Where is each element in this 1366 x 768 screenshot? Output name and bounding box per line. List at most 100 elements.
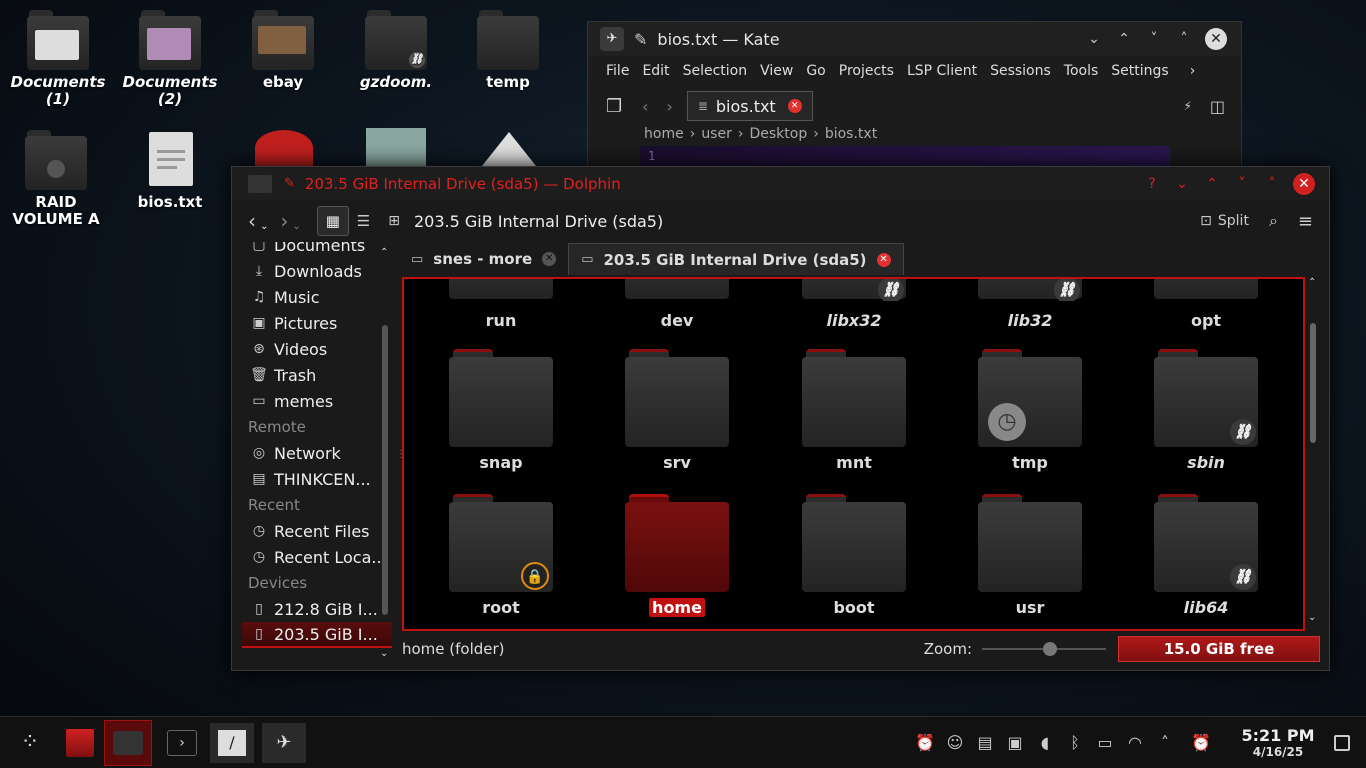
file-view[interactable]: run dev ⛓ libx32 ⛓ lib32 opt snap srv mn…: [402, 277, 1305, 631]
back-icon[interactable]: ‹: [642, 97, 648, 116]
location-label[interactable]: 203.5 GiB Internal Drive (sda5): [414, 212, 663, 231]
split-button[interactable]: ⊡ Split: [1200, 213, 1249, 229]
folder-sbin[interactable]: ⛓ sbin: [1131, 349, 1281, 472]
folder-root[interactable]: 🔒 root: [426, 494, 576, 617]
folder-snap[interactable]: snap: [426, 349, 576, 472]
scroll-up-icon[interactable]: ⌃: [1308, 277, 1316, 288]
hamburger-menu-icon[interactable]: ≡: [1298, 211, 1313, 232]
sidebar-item-thinkcentre[interactable]: ▤ THINKCEN...: [242, 466, 392, 492]
desktop-icon-image[interactable]: [366, 128, 426, 166]
tray-expand-icon[interactable]: ˄: [1150, 733, 1180, 752]
clock[interactable]: 5:21 PM 4/16/25: [1238, 726, 1318, 759]
close-tab-icon[interactable]: ✕: [787, 99, 802, 113]
sidebar-item-drive-212[interactable]: ▯ 212.8 GiB I...: [242, 596, 392, 622]
menu-tools[interactable]: Tools: [1064, 63, 1099, 79]
pin-icon[interactable]: ✎: [284, 176, 295, 191]
zoom-slider[interactable]: [982, 642, 1106, 656]
taskbar-dolphin[interactable]: [104, 719, 152, 766]
scroll-thumb[interactable]: [1310, 323, 1316, 443]
sidebar-item-recent-files[interactable]: ◷ Recent Files: [242, 518, 392, 544]
dolphin-close-button[interactable]: ✕: [1293, 172, 1315, 195]
maximize-button[interactable]: ˄: [1175, 30, 1193, 48]
desktop-icon-temp[interactable]: temp: [458, 10, 558, 91]
scroll-up-icon[interactable]: ⌃: [380, 247, 388, 258]
taskbar-kate[interactable]: ✈: [262, 722, 306, 763]
pin-icon[interactable]: ✎: [634, 30, 647, 49]
menu-file[interactable]: File: [606, 63, 629, 79]
scroll-down-icon[interactable]: ⌄: [1308, 612, 1316, 623]
sidebar-item-music[interactable]: ♫ Music: [242, 284, 392, 310]
forward-icon[interactable]: ›: [666, 97, 672, 116]
menu-settings[interactable]: Settings: [1111, 63, 1168, 79]
split-view-icon[interactable]: ◫: [1210, 97, 1225, 116]
sidebar-item-network[interactable]: ◎ Network: [242, 440, 392, 466]
wifi-icon[interactable]: ◠: [1120, 733, 1150, 752]
show-desktop-icon[interactable]: [1334, 734, 1350, 751]
desktop-icon-raid-volume[interactable]: RAID VOLUME A: [6, 130, 106, 228]
folder-opt[interactable]: opt: [1131, 279, 1281, 330]
kate-window[interactable]: ✈ ✎ bios.txt — Kate ⌄ ⌃ ˅ ˄ ✕ File Edit …: [587, 21, 1242, 181]
minimize-button[interactable]: ˅: [1233, 175, 1251, 193]
volume-icon[interactable]: ◖: [1030, 733, 1060, 752]
menu-selection[interactable]: Selection: [683, 63, 748, 79]
folder-mnt[interactable]: mnt: [779, 349, 929, 472]
taskbar-desktop-pager[interactable]: [60, 723, 100, 763]
sidebar-item-recent-locations[interactable]: ◷ Recent Loca...: [242, 544, 392, 570]
device-notifier-icon[interactable]: ▣: [1000, 733, 1030, 752]
taskbar-kate-editor[interactable]: ∕: [210, 722, 254, 763]
view-scrollbar[interactable]: ⌃ ⌄: [1308, 277, 1318, 631]
breadcrumb-desktop[interactable]: Desktop: [749, 126, 807, 142]
split-location-icon[interactable]: ⊞: [388, 213, 400, 229]
notifications-icon[interactable]: ⏰: [1186, 733, 1216, 752]
user-icon[interactable]: ☺: [940, 733, 970, 752]
sidebar-item-pictures[interactable]: ▣ Pictures: [242, 310, 392, 336]
zoom-handle[interactable]: [1043, 642, 1057, 656]
desktop-icon-ebay[interactable]: ebay: [233, 10, 333, 91]
sidebar-item-videos[interactable]: ⊛ Videos: [242, 336, 392, 362]
close-tab-icon[interactable]: ✕: [876, 252, 891, 267]
panel-splitter-handle[interactable]: ⋮: [396, 449, 406, 461]
desktop-icon-documents-1[interactable]: Documents (1): [8, 10, 108, 108]
desktop-icon-gzdoom[interactable]: ⛓ gzdoom.: [346, 10, 446, 91]
folder-boot[interactable]: boot: [779, 494, 929, 617]
menu-lsp-client[interactable]: LSP Client: [907, 63, 977, 79]
menu-edit[interactable]: Edit: [642, 63, 669, 79]
scroll-down-icon[interactable]: ⌄: [380, 648, 388, 659]
maximize-button[interactable]: ˄: [1263, 175, 1281, 193]
folder-srv[interactable]: srv: [602, 349, 752, 472]
scroll-thumb[interactable]: [382, 325, 388, 615]
folder-libx32[interactable]: ⛓ libx32: [779, 279, 929, 330]
kate-titlebar[interactable]: ✈ ✎ bios.txt — Kate ⌄ ⌃ ˅ ˄ ✕: [588, 22, 1241, 56]
sidebar-item-drive-203[interactable]: ▯ 203.5 GiB I...: [242, 622, 392, 648]
clipboard-icon[interactable]: ▤: [970, 733, 1000, 752]
kate-close-button[interactable]: ✕: [1205, 28, 1227, 50]
kate-tab-bios[interactable]: ≣ bios.txt ✕: [686, 91, 813, 121]
taskbar-konsole[interactable]: ›: [162, 723, 202, 763]
help-button[interactable]: ?: [1143, 175, 1161, 193]
folder-run[interactable]: run: [426, 279, 576, 330]
dolphin-window[interactable]: ✎ 203.5 GiB Internal Drive (sda5) — Dolp…: [231, 166, 1330, 671]
breadcrumb-home[interactable]: home: [644, 126, 684, 142]
app-launcher-icon[interactable]: ⁘: [10, 723, 50, 763]
folder-lib64[interactable]: ⛓ lib64: [1131, 494, 1281, 617]
documents-icon[interactable]: ❐: [606, 96, 628, 117]
chevron-down-icon[interactable]: ⌄: [1173, 175, 1191, 193]
back-dropdown-icon[interactable]: ⌄: [260, 221, 268, 232]
back-button[interactable]: ‹: [248, 209, 256, 233]
icon-view-button[interactable]: ▦: [316, 206, 349, 236]
breadcrumb-user[interactable]: user: [701, 126, 732, 142]
bluetooth-icon[interactable]: ᛒ: [1060, 733, 1090, 752]
sidebar-scrollbar[interactable]: ⌃ ⌄: [380, 247, 390, 659]
folder-lib32[interactable]: ⛓ lib32: [955, 279, 1105, 330]
desktop-icon-documents-2[interactable]: Documents (2): [120, 10, 220, 108]
chevron-up-double-icon[interactable]: ⌃: [1115, 30, 1133, 48]
folder-home[interactable]: home: [602, 494, 752, 617]
desktop-icon-red[interactable]: [255, 130, 313, 166]
tab-internal-drive[interactable]: ▭ 203.5 GiB Internal Drive (sda5) ✕: [568, 243, 904, 275]
desktop-icon-app[interactable]: [482, 132, 536, 166]
dolphin-titlebar[interactable]: ✎ 203.5 GiB Internal Drive (sda5) — Dolp…: [232, 167, 1329, 200]
forward-dropdown-icon[interactable]: ⌄: [292, 221, 300, 232]
forward-button[interactable]: ›: [280, 209, 288, 233]
search-icon[interactable]: ⌕: [1269, 211, 1278, 231]
menu-view[interactable]: View: [760, 63, 793, 79]
